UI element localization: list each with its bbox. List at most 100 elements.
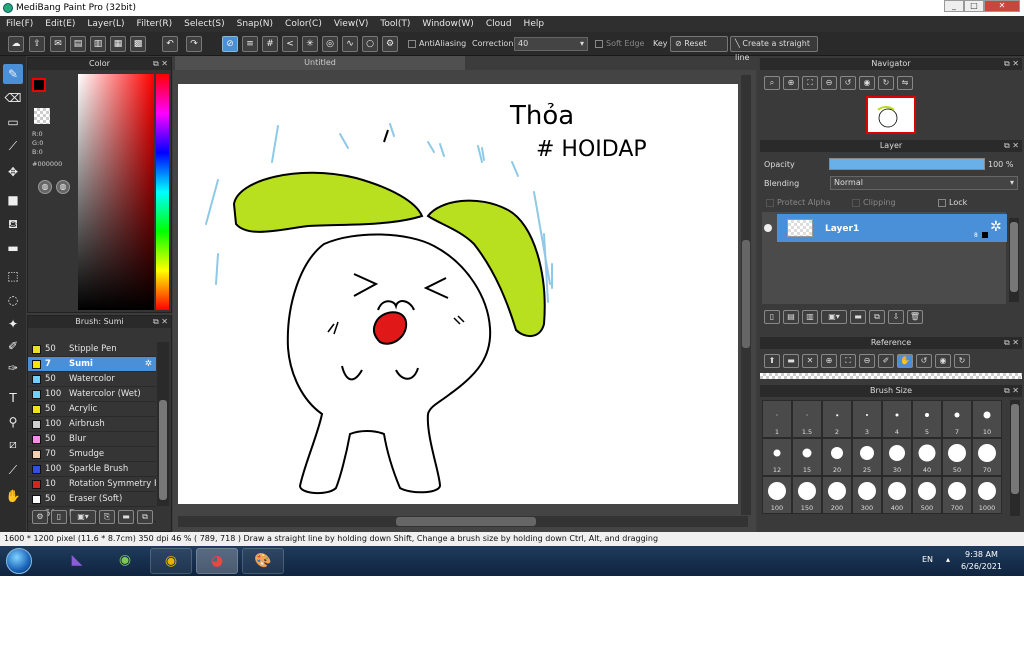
correction-select[interactable]: 40 ▾ [514, 37, 588, 51]
rotate-left-icon[interactable]: ↺ [916, 354, 932, 368]
vertical-scroll-thumb[interactable] [742, 240, 750, 348]
eraser-tool-icon[interactable]: ⌫ [3, 88, 23, 108]
add-brush-icon[interactable]: ▣▾ [70, 510, 96, 524]
menu-select[interactable]: Select(S) [178, 19, 231, 29]
menu-help[interactable]: Help [518, 19, 551, 29]
brush-item[interactable]: 7 Sumi ✲ [28, 357, 156, 372]
palette-icon[interactable]: ◍ [38, 180, 52, 194]
hand-icon[interactable]: ✋ [897, 354, 913, 368]
menu-window[interactable]: Window(W) [416, 19, 479, 29]
parallel-snap-icon[interactable]: ≡ [242, 36, 258, 52]
brush-size-option[interactable]: 200 [822, 476, 852, 514]
divide-tool-icon[interactable]: ⧄ [3, 434, 23, 454]
operation-tool-icon[interactable]: ⚲ [3, 412, 23, 432]
share-icon[interactable]: ⇪ [29, 36, 45, 52]
brush-item[interactable]: 50 Watercolor [28, 372, 156, 387]
menu-view[interactable]: View(V) [328, 19, 375, 29]
add-layer-menu-icon[interactable]: ▣▾ [821, 310, 847, 324]
foreground-color-swatch[interactable] [32, 78, 46, 92]
brush-size-option[interactable]: 400 [882, 476, 912, 514]
brush-item[interactable]: 100 Sparkle Brush [28, 462, 156, 477]
panel-controls-icon[interactable]: ⧉ ✕ [1004, 385, 1019, 397]
reset-button[interactable]: ⊘ Reset [670, 36, 728, 52]
create-straight-line-button[interactable]: ╲ Create a straight line [730, 36, 818, 62]
open-folder-icon[interactable]: ▬ [783, 354, 799, 368]
new-8bit-layer-icon[interactable]: ▤ [783, 310, 799, 324]
brush-size-option[interactable]: 70 [972, 438, 1002, 476]
start-button[interactable] [6, 548, 32, 574]
duplicate-layer-icon[interactable]: ⧉ [869, 310, 885, 324]
close-reference-icon[interactable]: ✕ [802, 354, 818, 368]
soft-edge-checkbox[interactable] [595, 39, 603, 48]
lock-toggle[interactable]: Lock [938, 198, 967, 207]
brush-size-option[interactable]: 7 [942, 400, 972, 438]
brush-list-scrollbar[interactable] [157, 342, 169, 506]
minimize-button[interactable]: _ [944, 0, 964, 12]
concentric-snap-icon[interactable]: ○ [362, 36, 378, 52]
menu-edit[interactable]: Edit(E) [39, 19, 81, 29]
menu-cloud[interactable]: Cloud [480, 19, 518, 29]
panel-controls-icon[interactable]: ⧉ ✕ [153, 316, 168, 328]
hand-tool-icon[interactable]: ✋ [3, 486, 23, 506]
snap-off-icon[interactable]: ⊘ [222, 36, 238, 52]
brush-size-option[interactable]: 1 [762, 400, 792, 438]
navigator-thumbnail[interactable] [866, 96, 916, 134]
line-tool-icon[interactable]: ⟋ [3, 136, 23, 156]
rotate-right-icon[interactable]: ↻ [878, 76, 894, 90]
brush-size-option[interactable]: 5 [912, 400, 942, 438]
zoom-in-icon[interactable]: ⊕ [783, 76, 799, 90]
document-icon[interactable]: ▥ [90, 36, 106, 52]
brush-copy-icon[interactable]: ⎘ [99, 510, 115, 524]
protect-alpha-checkbox[interactable] [766, 198, 774, 207]
new-layer-icon[interactable]: ▯ [764, 310, 780, 324]
layer-list-scroll-thumb[interactable] [1010, 222, 1018, 292]
brush-size-option[interactable]: 30 [882, 438, 912, 476]
saturation-value-picker[interactable] [78, 74, 154, 310]
blending-select[interactable]: Normal ▾ [830, 176, 1018, 190]
tray-arrow-icon[interactable]: ▴ [946, 555, 950, 564]
horizontal-scroll-thumb[interactable] [396, 517, 536, 526]
lock-checkbox[interactable] [938, 198, 946, 207]
curve-snap-icon[interactable]: ∿ [342, 36, 358, 52]
menu-layer[interactable]: Layer(L) [81, 19, 130, 29]
eyedropper-icon[interactable]: ✐ [878, 354, 894, 368]
panel-controls-icon[interactable]: ⧉ ✕ [1004, 337, 1019, 349]
text-tool-icon[interactable]: T [3, 388, 23, 408]
zoom-icon[interactable]: ⌕ [764, 76, 780, 90]
merge-down-icon[interactable]: ⇩ [888, 310, 904, 324]
magic-wand-tool-icon[interactable]: ✦ [3, 314, 23, 334]
layer-list-scrollbar[interactable] [1009, 218, 1019, 302]
hue-slider[interactable] [156, 74, 169, 310]
brush-size-option[interactable]: 100 [762, 476, 792, 514]
brush-size-option[interactable]: 150 [792, 476, 822, 514]
paint-icon[interactable]: 🎨 [242, 548, 284, 574]
redo-icon[interactable]: ↷ [186, 36, 202, 52]
brush-item[interactable]: 50 Acrylic [28, 402, 156, 417]
select-eraser-tool-icon[interactable]: ✑ [3, 358, 23, 378]
brush-list-scroll-thumb[interactable] [159, 400, 167, 500]
select-pen-tool-icon[interactable]: ✐ [3, 336, 23, 356]
brush-item[interactable]: 70 Smudge [28, 447, 156, 462]
reset-view-icon[interactable]: ◉ [935, 354, 951, 368]
brush-size-option[interactable]: 500 [912, 476, 942, 514]
layer-folder-icon[interactable]: ▬ [850, 310, 866, 324]
antialiasing-checkbox[interactable] [408, 39, 416, 48]
move-tool-icon[interactable]: ✥ [3, 162, 23, 182]
brush-settings-icon[interactable]: ⚙ [32, 510, 48, 524]
drawing-canvas[interactable]: Thỏa # HOIDAP [178, 84, 738, 504]
antialiasing-toggle[interactable]: AntiAliasing [408, 39, 466, 48]
vanish-snap-icon[interactable]: < [282, 36, 298, 52]
language-indicator[interactable]: EN [922, 555, 933, 564]
menu-tool[interactable]: Tool(T) [374, 19, 416, 29]
layer-settings-icon[interactable]: ✲ [990, 219, 1002, 235]
zoom-out-icon[interactable]: ⊖ [859, 354, 875, 368]
zoom-in-icon[interactable]: ⊕ [821, 354, 837, 368]
menu-snap[interactable]: Snap(N) [231, 19, 279, 29]
gradient-tool-icon[interactable]: ▬ [3, 238, 23, 258]
brush-settings-icon[interactable]: ✲ [145, 359, 152, 369]
document-tab[interactable]: Untitled [175, 56, 465, 70]
brush-size-option[interactable]: 25 [852, 438, 882, 476]
upload-icon[interactable]: ⬆ [764, 354, 780, 368]
coccoc-icon[interactable]: ◉ [104, 548, 146, 574]
undo-icon[interactable]: ↶ [162, 36, 178, 52]
